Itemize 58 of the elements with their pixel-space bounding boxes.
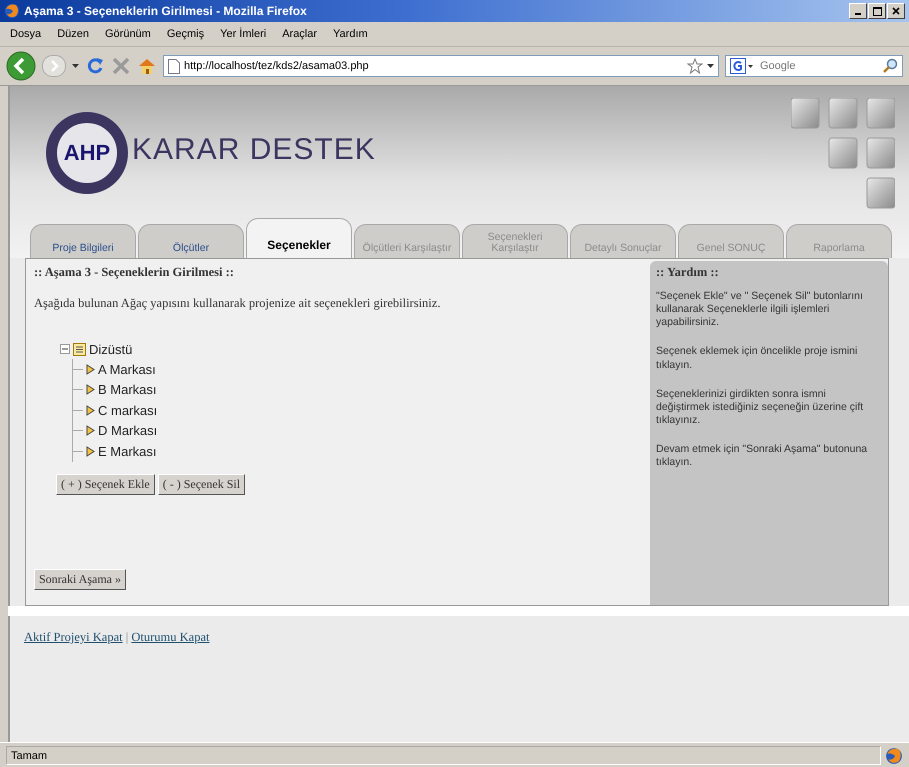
section-heading: :: Aşama 3 - Seçeneklerin Girilmesi ::: [34, 265, 235, 280]
search-engine-icon[interactable]: [730, 58, 754, 74]
maximize-icon: [872, 6, 882, 16]
reload-icon[interactable]: [85, 56, 105, 76]
footer-link[interactable]: Aktif Projeyi Kapat: [24, 630, 123, 644]
triangle-icon: [86, 446, 95, 457]
close-icon: [892, 7, 900, 15]
collapse-icon[interactable]: [60, 344, 70, 354]
help-text: Seçeneklerinizi girdikten sonra ismni değiştirmek istediğiniz seçeneğin üzerine çift tıklayınız.: [656, 388, 864, 427]
tab[interactable]: Seçenekler: [246, 218, 352, 258]
tree-item[interactable]: B Markası: [98, 382, 157, 398]
triangle-icon: [86, 404, 95, 416]
logo-badge: AHP: [46, 112, 128, 194]
maximize-button[interactable]: [868, 3, 886, 19]
menu-item[interactable]: Görünüm: [104, 28, 151, 40]
minimize-button[interactable]: [849, 3, 867, 19]
intro-text: Aşağıda bulunan Ağaç yapısını kullanarak projenize ait seçenekleri girebilirsiniz.: [34, 296, 442, 311]
page-icon: [168, 58, 180, 74]
next-step-button[interactable]: Sonraki Aşama »: [34, 568, 126, 590]
tree-action-button[interactable]: ( + ) Seçenek Ekle: [56, 474, 155, 494]
tree-item[interactable]: A Markası: [98, 362, 156, 377]
tree-item[interactable]: Dizüstü: [89, 342, 132, 356]
window-title: Aşama 3 - Seçeneklerin Girilmesi - Mozilla Firefox: [24, 4, 307, 18]
menu-item[interactable]: Yardım: [333, 28, 368, 40]
home-icon[interactable]: [137, 56, 157, 76]
back-icon[interactable]: [6, 51, 36, 81]
menu-item[interactable]: Geçmiş: [166, 28, 204, 40]
dropdown-icon[interactable]: [707, 64, 714, 68]
help-text: Seçenek eklemek için öncelikle proje ismini tıklayın.: [656, 345, 858, 372]
tab[interactable]: Proje Bilgileri: [30, 224, 136, 258]
help-text: "Seçenek Ekle" ve " Seçenek Sil" butonlarını kullanarak Seçeneklerle ilgili işlemleri yapabilirsiniz.: [656, 290, 864, 330]
triangle-icon: [86, 384, 95, 396]
triangle-icon: [86, 364, 95, 375]
help-text: Devam etmek için "Sonraki Aşama" butonuna tıklayın.: [656, 443, 868, 470]
dropdown-icon[interactable]: [72, 64, 79, 68]
close-button[interactable]: [887, 3, 905, 19]
tree-item[interactable]: E Markası: [98, 444, 157, 459]
search-icon[interactable]: [882, 58, 898, 74]
globe-icon: [885, 746, 903, 764]
menu-item[interactable]: Araçlar: [282, 28, 318, 40]
footer-link[interactable]: Oturumu Kapat: [131, 630, 210, 644]
menu-item[interactable]: Yer İmleri: [220, 28, 266, 40]
separator: |: [126, 630, 128, 644]
status-text: Tamam: [6, 746, 881, 765]
logo-title: KARAR DESTEK: [132, 133, 376, 167]
table-icon: [73, 342, 86, 356]
help-heading: :: Yardım ::: [656, 265, 720, 280]
tab[interactable]: Ölçütler: [138, 224, 244, 258]
tree-action-button[interactable]: ( - ) Seçenek Sil: [158, 474, 246, 494]
star-icon[interactable]: [687, 58, 703, 74]
triangle-icon: [86, 425, 95, 436]
globe-icon: [4, 3, 20, 19]
menu-item[interactable]: Dosya: [10, 28, 42, 40]
menu-item[interactable]: Düzen: [57, 28, 89, 40]
address-field[interactable]: http://localhost/tez/kds2/asama03.php: [163, 55, 719, 77]
tree-item[interactable]: C markası: [98, 402, 158, 418]
search-box[interactable]: Google: [725, 55, 903, 77]
tree-item[interactable]: D Markası: [98, 423, 158, 438]
